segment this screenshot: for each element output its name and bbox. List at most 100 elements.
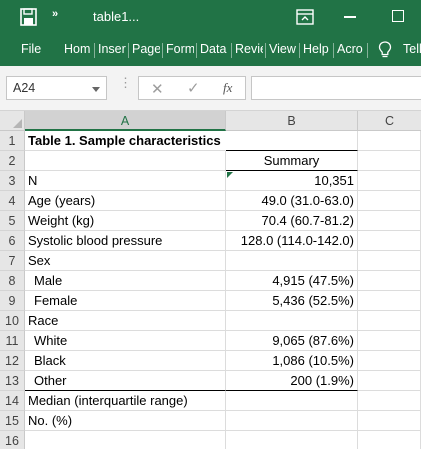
cell-a[interactable]: N [25,171,226,191]
cell-a[interactable]: Female [25,291,226,311]
cell-b[interactable]: 1,086 (10.5%) [226,351,358,371]
tab-separator [299,43,300,58]
cell-b[interactable]: 200 (1.9%) [226,371,358,391]
error-indicator-triangle [227,172,233,178]
cell-a[interactable]: Systolic blood pressure [25,231,226,251]
cell-c[interactable] [358,251,421,271]
cell-b[interactable]: Summary [226,151,358,171]
formula-buttons: ✕ ✓ fx [138,76,246,100]
cell-a[interactable]: Table 1. Sample characteristics [25,131,226,151]
formula-input[interactable] [251,76,421,100]
cell-c[interactable] [358,371,421,391]
cell-b[interactable]: 4,915 (47.5%) [226,271,358,291]
cell-c[interactable] [358,351,421,371]
row-header[interactable]: 10 [0,311,25,331]
tab-file[interactable]: File [21,42,43,56]
cell-b[interactable] [226,311,358,331]
cell-a[interactable]: Male [25,271,226,291]
cell-c[interactable] [358,191,421,211]
row-header[interactable]: 4 [0,191,25,211]
formula-bar-area: A24 ⋮ ✕ ✓ fx [0,66,421,111]
column-header-b[interactable]: B [226,111,358,131]
cell-c[interactable] [358,291,421,311]
tab-acrobat[interactable]: Acro [337,42,365,56]
name-box[interactable]: A24 [6,76,107,100]
cell-c[interactable] [358,211,421,231]
worksheet-grid: A B C 1 Table 1. Sample characteristics 2 S… [0,111,421,449]
tab-help[interactable]: Help [303,42,331,56]
cell-c[interactable] [358,411,421,431]
cell-b[interactable] [226,431,358,449]
row-header[interactable]: 5 [0,211,25,231]
tab-insert[interactable]: Inser [98,42,126,56]
tab-home[interactable]: Hom [64,42,92,56]
select-all-button[interactable] [0,111,25,131]
insert-function-icon[interactable]: fx [223,80,232,96]
tab-separator [196,43,197,58]
tab-formulas[interactable]: Form [166,42,194,56]
cell-c[interactable] [358,231,421,251]
cell-a[interactable] [25,431,226,449]
row-header[interactable]: 11 [0,331,25,351]
cell-a[interactable]: Black [25,351,226,371]
enter-check-icon[interactable]: ✓ [187,79,200,97]
row-header[interactable]: 15 [0,411,25,431]
cell-c[interactable] [358,311,421,331]
minimize-icon[interactable] [344,16,356,18]
cell-c[interactable] [358,391,421,411]
cell-c[interactable] [358,151,421,171]
row-header[interactable]: 12 [0,351,25,371]
row-header[interactable]: 9 [0,291,25,311]
cell-a[interactable]: Weight (kg) [25,211,226,231]
lightbulb-icon[interactable] [378,41,392,59]
cell-b[interactable] [226,131,358,151]
row-header[interactable]: 13 [0,371,25,391]
column-header-a[interactable]: A [25,111,226,131]
column-header-c[interactable]: C [358,111,421,131]
chevron-down-icon[interactable] [92,87,100,92]
cell-a[interactable]: Race [25,311,226,331]
row-header[interactable]: 7 [0,251,25,271]
cell-c[interactable] [358,271,421,291]
cell-b[interactable] [226,411,358,431]
quick-access-more-icon[interactable]: » [52,8,58,20]
cell-b[interactable]: 5,436 (52.5%) [226,291,358,311]
cell-a[interactable]: Age (years) [25,191,226,211]
row-header[interactable]: 1 [0,131,25,151]
cell-b[interactable]: 9,065 (87.6%) [226,331,358,351]
row-header[interactable]: 14 [0,391,25,411]
cancel-icon[interactable]: ✕ [151,80,164,98]
maximize-icon[interactable] [392,10,404,22]
cell-b[interactable]: 128.0 (114.0-142.0) [226,231,358,251]
cell-a[interactable]: White [25,331,226,351]
cell-b[interactable] [226,251,358,271]
tell-me-search[interactable]: Tell [403,42,421,56]
tab-separator [367,43,368,58]
row-header[interactable]: 2 [0,151,25,171]
tab-separator [231,43,232,58]
cell-b[interactable]: 70.4 (60.7-81.2) [226,211,358,231]
document-title: table1... [93,9,140,24]
ribbon-display-options-icon[interactable] [296,9,314,25]
save-icon[interactable] [18,7,40,27]
cell-a[interactable] [25,151,226,171]
cell-a[interactable]: Sex [25,251,226,271]
cell-c[interactable] [358,431,421,449]
row-header[interactable]: 3 [0,171,25,191]
cell-c[interactable] [358,331,421,351]
tab-page-layout[interactable]: Page [132,42,160,56]
tab-review[interactable]: Revie [235,42,263,56]
row-header[interactable]: 16 [0,431,25,449]
cell-a[interactable]: Other [25,371,226,391]
cell-b[interactable]: 49.0 (31.0-63.0) [226,191,358,211]
cell-a[interactable]: No. (%) [25,411,226,431]
tab-view[interactable]: View [269,42,297,56]
cell-b[interactable] [226,391,358,411]
cell-c[interactable] [358,131,421,151]
row-header[interactable]: 8 [0,271,25,291]
tab-data[interactable]: Data [200,42,228,56]
row-header[interactable]: 6 [0,231,25,251]
cell-b[interactable]: 10,351 [226,171,358,191]
cell-a[interactable]: Median (interquartile range) [25,391,226,411]
cell-c[interactable] [358,171,421,191]
